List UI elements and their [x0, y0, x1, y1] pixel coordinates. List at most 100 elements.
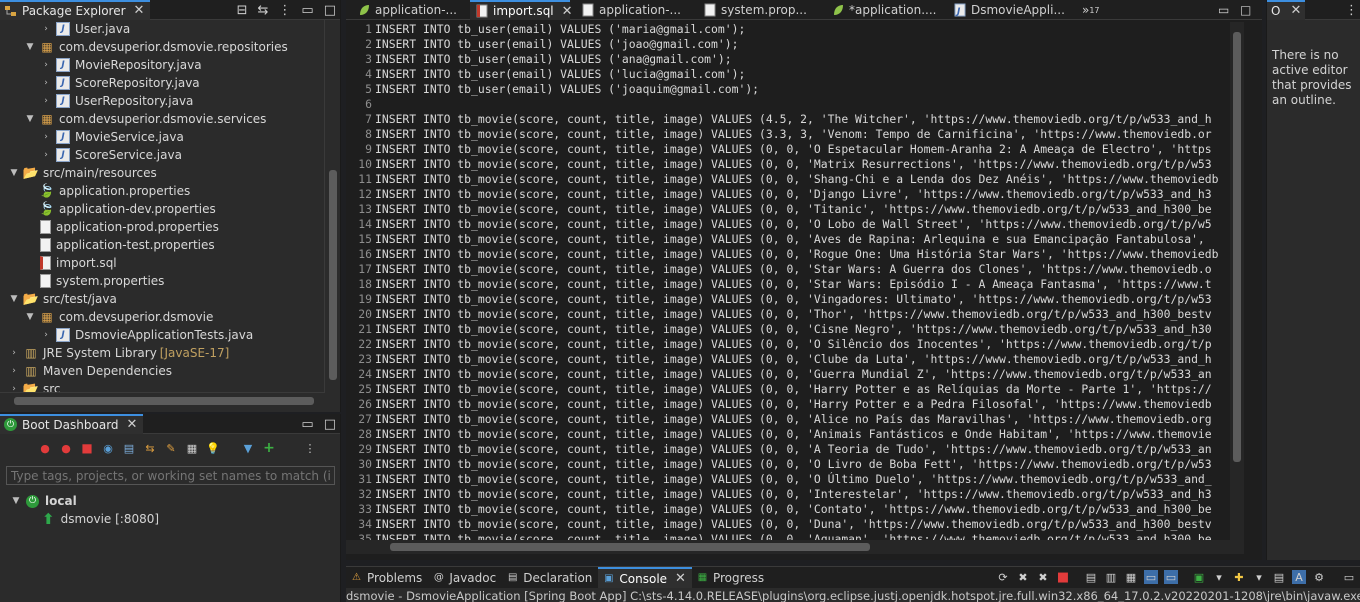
- add-icon[interactable]: +: [262, 440, 276, 456]
- close-icon[interactable]: ✕: [675, 571, 686, 586]
- more-tabs-button[interactable]: » 17: [1082, 0, 1100, 20]
- code-line[interactable]: 19 INSERT INTO tb_movie(score, count, tit…: [346, 292, 1211, 307]
- editor-tab[interactable]: import.sql ✕: [470, 0, 573, 20]
- maximize-icon[interactable]: □: [1240, 0, 1251, 20]
- show-on-stdout-icon[interactable]: ▭: [1144, 570, 1158, 584]
- tree-item[interactable]: › J ScoreService.java: [40, 146, 182, 164]
- chevron-down-icon[interactable]: ▼: [8, 164, 20, 182]
- code-line[interactable]: 4 INSERT INTO tb_user(email) VALUES ('luc…: [346, 67, 745, 82]
- editor-tab[interactable]: system.prop...: [698, 0, 808, 20]
- tree-item[interactable]: › J UserRepository.java: [40, 92, 193, 110]
- code-line[interactable]: 11 INSERT INTO tb_movie(score, count, tit…: [346, 172, 1218, 187]
- chevron-right-icon[interactable]: ›: [8, 344, 20, 362]
- minimize-icon[interactable]: ▭: [1218, 0, 1229, 20]
- tree-item[interactable]: › 📂 src: [8, 380, 60, 393]
- tab-package-explorer[interactable]: Package Explorer ✕: [0, 0, 151, 20]
- code-line[interactable]: 15 INSERT INTO tb_movie(score, count, tit…: [346, 232, 1212, 247]
- scrollbar-thumb[interactable]: [14, 397, 314, 405]
- editor-tab[interactable]: application-...: [352, 0, 462, 20]
- code-line[interactable]: 10 INSERT INTO tb_movie(score, count, tit…: [346, 157, 1211, 172]
- code-line[interactable]: 18 INSERT INTO tb_movie(score, count, tit…: [346, 277, 1211, 292]
- chevron-down-icon[interactable]: ▼: [24, 308, 36, 326]
- close-icon[interactable]: ✕: [134, 3, 145, 18]
- properties-icon[interactable]: ▦: [185, 441, 199, 455]
- scrollbar-thumb[interactable]: [390, 543, 870, 551]
- maximize-icon[interactable]: □: [324, 3, 336, 18]
- tree-item[interactable]: application-test.properties: [24, 236, 215, 254]
- tree-item[interactable]: ▼ ▦ com.devsuperior.dsmovie.repositories: [24, 38, 288, 56]
- chevron-down-icon[interactable]: ▼: [10, 492, 22, 510]
- code-line[interactable]: 27 INSERT INTO tb_movie(score, count, tit…: [346, 412, 1211, 427]
- tree-item[interactable]: ▼ ▦ com.devsuperior.dsmovie: [24, 308, 214, 326]
- code-line[interactable]: 9 INSERT INTO tb_movie(score, count, titl…: [346, 142, 1212, 157]
- code-line[interactable]: 16 INSERT INTO tb_movie(score, count, tit…: [346, 247, 1218, 262]
- tree-item[interactable]: › J ScoreRepository.java: [40, 74, 200, 92]
- code-line[interactable]: 23 INSERT INTO tb_movie(score, count, tit…: [346, 352, 1211, 367]
- package-tree-vertical-scrollbar[interactable]: [324, 20, 340, 392]
- relaunch-icon[interactable]: ⟳: [996, 570, 1010, 584]
- code-line[interactable]: 29 INSERT INTO tb_movie(score, count, tit…: [346, 442, 1211, 457]
- close-icon[interactable]: ✕: [127, 417, 138, 432]
- settings-gear-icon[interactable]: ⚙: [1312, 570, 1326, 584]
- chevron-right-icon[interactable]: ›: [40, 92, 52, 110]
- local-target-row[interactable]: ▼ ⏻ local: [10, 492, 77, 510]
- code-line[interactable]: 33 INSERT INTO tb_movie(score, count, tit…: [346, 502, 1211, 517]
- clear-console-icon[interactable]: ▤: [1084, 570, 1098, 584]
- code-line[interactable]: 2 INSERT INTO tb_user(email) VALUES ('joa…: [346, 37, 738, 52]
- tree-item[interactable]: › J MovieRepository.java: [40, 56, 202, 74]
- view-menu-icon[interactable]: ▾: [1252, 570, 1266, 584]
- tree-item[interactable]: ▼ 📂 src/main/resources: [8, 164, 157, 182]
- maximize-icon[interactable]: □: [324, 417, 336, 432]
- editor-vertical-scrollbar[interactable]: [1230, 22, 1244, 540]
- chevron-right-icon[interactable]: ›: [40, 20, 52, 38]
- chevron-down-icon[interactable]: ▼: [24, 110, 36, 128]
- scrollbar-thumb[interactable]: [329, 170, 337, 380]
- expose-icon[interactable]: ⇆: [143, 441, 157, 455]
- chevron-right-icon[interactable]: ›: [40, 146, 52, 164]
- chevron-down-icon[interactable]: ▼: [8, 290, 20, 308]
- tree-item[interactable]: ▼ 📂 src/test/java: [8, 290, 117, 308]
- chevron-right-icon[interactable]: ›: [40, 74, 52, 92]
- code-line[interactable]: 5 INSERT INTO tb_user(email) VALUES ('joa…: [346, 82, 759, 97]
- tab-progress[interactable]: ▦ Progress: [692, 567, 770, 588]
- tab-problems[interactable]: ⚠ Problems: [346, 567, 428, 588]
- minimize-icon[interactable]: ▭: [1342, 570, 1356, 584]
- code-line[interactable]: 35 INSERT INTO tb_movie(score, count, tit…: [346, 532, 1211, 540]
- code-line[interactable]: 34 INSERT INTO tb_movie(score, count, tit…: [346, 517, 1211, 532]
- code-line[interactable]: 31 INSERT INTO tb_movie(score, count, tit…: [346, 472, 1211, 487]
- tree-item[interactable]: 🍃 application-dev.properties: [24, 200, 216, 218]
- remove-all-icon[interactable]: ✖: [1036, 570, 1050, 584]
- code-line[interactable]: 13 INSERT INTO tb_movie(score, count, tit…: [346, 202, 1211, 217]
- chevron-right-icon[interactable]: ›: [8, 362, 20, 380]
- code-line[interactable]: 32 INSERT INTO tb_movie(score, count, tit…: [346, 487, 1211, 502]
- view-menu-icon[interactable]: ⋮: [1345, 3, 1358, 18]
- tree-item[interactable]: 🍃 application.properties: [24, 182, 190, 200]
- terminate-icon[interactable]: ■: [1056, 570, 1070, 585]
- tree-item[interactable]: › J User.java: [40, 20, 130, 38]
- tab-javadoc[interactable]: @ Javadoc: [428, 567, 502, 588]
- tree-item[interactable]: › ▥ JRE System Library [JavaSE-17]: [8, 344, 229, 362]
- display-console-icon[interactable]: ▾: [1212, 570, 1226, 584]
- code-line[interactable]: 26 INSERT INTO tb_movie(score, count, tit…: [346, 397, 1211, 412]
- code-line[interactable]: 14 INSERT INTO tb_movie(score, count, tit…: [346, 217, 1211, 232]
- editor-icon[interactable]: ▤: [1272, 570, 1286, 584]
- word-wrap-icon[interactable]: ▦: [1124, 570, 1138, 584]
- editor-tab[interactable]: J DsmovieAppli...: [948, 0, 1068, 20]
- chevron-right-icon[interactable]: ›: [40, 56, 52, 74]
- close-icon[interactable]: ✕: [1290, 3, 1301, 18]
- code-line[interactable]: 21 INSERT INTO tb_movie(score, count, tit…: [346, 322, 1211, 337]
- tab-console[interactable]: ▣ Console ✕: [598, 567, 692, 588]
- code-line[interactable]: 20 INSERT INTO tb_movie(score, count, tit…: [346, 307, 1211, 322]
- tree-item[interactable]: import.sql: [24, 254, 117, 272]
- restart-debug-icon[interactable]: ●: [59, 441, 73, 455]
- code-line[interactable]: 25 INSERT INTO tb_movie(score, count, tit…: [346, 382, 1211, 397]
- minimize-icon[interactable]: ▭: [301, 3, 313, 18]
- scrollbar-thumb[interactable]: [1233, 32, 1241, 462]
- chevron-right-icon[interactable]: ›: [40, 326, 52, 344]
- minimize-icon[interactable]: ▭: [301, 417, 313, 432]
- close-icon[interactable]: ✕: [562, 4, 573, 19]
- editor-tab[interactable]: *application....: [826, 0, 946, 20]
- live-hover-icon[interactable]: 💡: [206, 441, 220, 455]
- filter-icon[interactable]: ▼: [241, 441, 255, 455]
- code-area[interactable]: 1 INSERT INTO tb_user(email) VALUES ('mar…: [346, 22, 1230, 540]
